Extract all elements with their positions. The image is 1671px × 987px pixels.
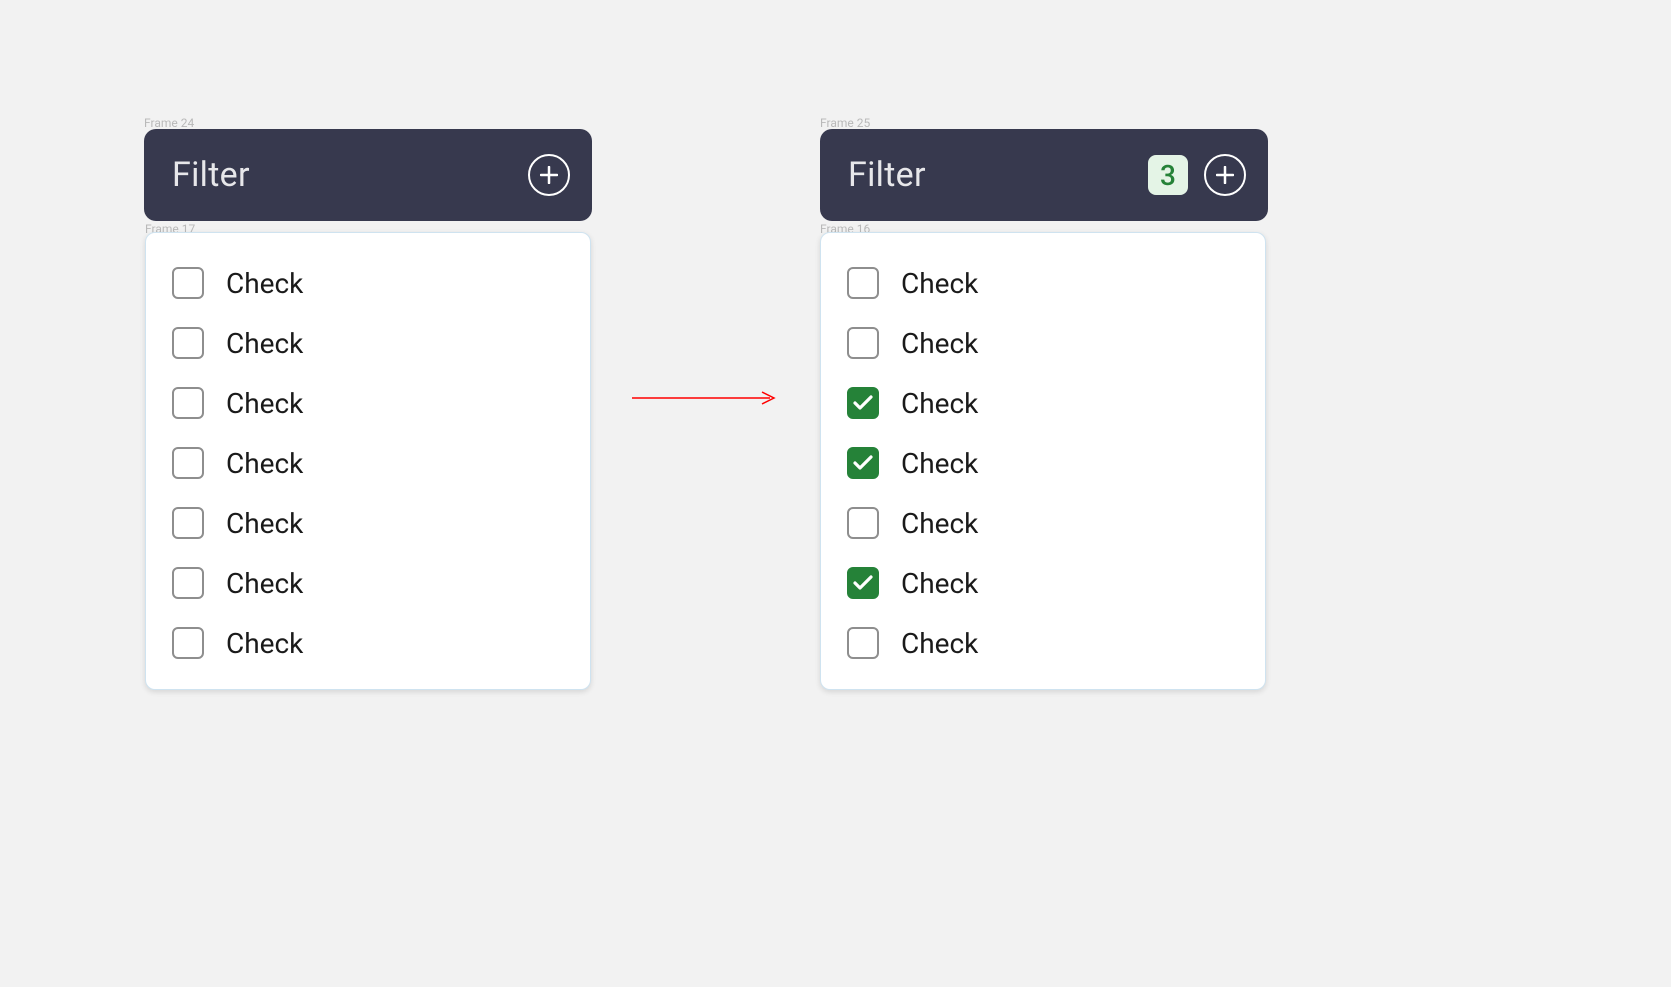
add-button[interactable]: [1204, 154, 1246, 196]
checkbox-label: Check: [226, 627, 303, 660]
check-icon: [853, 455, 873, 471]
checkbox-label: Check: [226, 267, 303, 300]
filter-title: Filter: [172, 155, 250, 195]
check-icon: [853, 395, 873, 411]
checkbox-label: Check: [901, 327, 978, 360]
checkbox-label: Check: [226, 567, 303, 600]
plus-icon: [540, 166, 558, 184]
list-item: Check: [847, 493, 1239, 553]
checkbox[interactable]: [847, 567, 879, 599]
checkbox[interactable]: [847, 447, 879, 479]
check-icon: [853, 575, 873, 591]
checkbox[interactable]: [847, 267, 879, 299]
checkbox-label: Check: [226, 507, 303, 540]
list-item: Check: [172, 253, 564, 313]
filter-header-left: Filter: [144, 129, 592, 221]
checkbox[interactable]: [847, 507, 879, 539]
checkbox[interactable]: [172, 447, 204, 479]
list-item: Check: [172, 553, 564, 613]
filter-header-right: Filter 3: [820, 129, 1268, 221]
filter-title: Filter: [848, 155, 926, 195]
frame-label: Frame 25: [820, 116, 870, 130]
checkbox-label: Check: [901, 447, 978, 480]
checkbox-label: Check: [901, 267, 978, 300]
frame-label: Frame 24: [144, 116, 194, 130]
list-item: Check: [172, 613, 564, 673]
checkbox-label: Check: [226, 327, 303, 360]
checkbox[interactable]: [847, 627, 879, 659]
checkbox[interactable]: [847, 327, 879, 359]
list-item: Check: [172, 373, 564, 433]
list-item: Check: [847, 253, 1239, 313]
arrow-icon: [630, 388, 780, 408]
list-item: Check: [847, 553, 1239, 613]
checkbox[interactable]: [172, 267, 204, 299]
list-item: Check: [847, 433, 1239, 493]
list-item: Check: [847, 613, 1239, 673]
checkbox[interactable]: [172, 387, 204, 419]
checkbox-label: Check: [901, 567, 978, 600]
checkbox[interactable]: [172, 627, 204, 659]
checkbox[interactable]: [172, 507, 204, 539]
list-item: Check: [847, 313, 1239, 373]
list-item: Check: [172, 433, 564, 493]
list-item: Check: [172, 493, 564, 553]
checkbox[interactable]: [172, 327, 204, 359]
checkbox-label: Check: [901, 507, 978, 540]
filter-dropdown-left: Check Check Check Check Check Check Check: [145, 232, 591, 690]
checkbox-label: Check: [226, 447, 303, 480]
list-item: Check: [172, 313, 564, 373]
checkbox[interactable]: [172, 567, 204, 599]
filter-count-badge: 3: [1148, 155, 1188, 195]
add-button[interactable]: [528, 154, 570, 196]
filter-dropdown-right: Check Check Check Check Check Check Check: [820, 232, 1266, 690]
checkbox-label: Check: [901, 387, 978, 420]
list-item: Check: [847, 373, 1239, 433]
checkbox-label: Check: [226, 387, 303, 420]
checkbox-label: Check: [901, 627, 978, 660]
checkbox[interactable]: [847, 387, 879, 419]
plus-icon: [1216, 166, 1234, 184]
